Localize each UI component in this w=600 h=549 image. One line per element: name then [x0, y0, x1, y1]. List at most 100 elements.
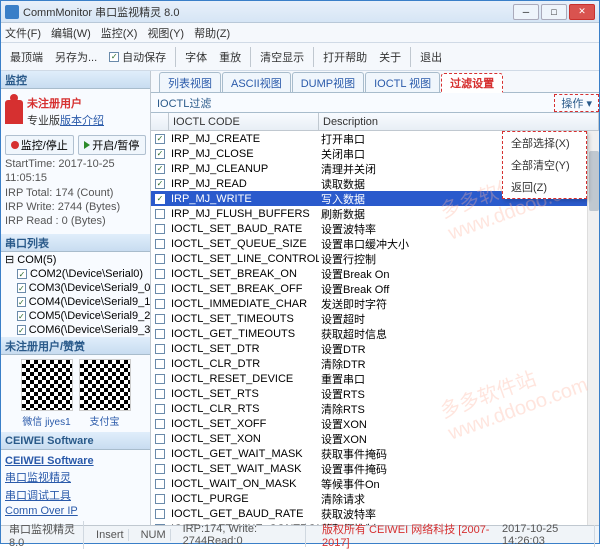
- table-row[interactable]: IOCTL_GET_BAUD_RATE获取波特率: [151, 506, 599, 521]
- com-item[interactable]: ✓COM3(\Device\Serial9_0): [5, 281, 146, 295]
- ceiwei-link[interactable]: 串口监视精灵: [5, 468, 146, 486]
- col-description[interactable]: Description: [319, 113, 599, 130]
- status-num: NUM: [137, 529, 171, 541]
- row-checkbox[interactable]: [155, 329, 165, 339]
- row-checkbox[interactable]: [155, 209, 165, 219]
- row-checkbox[interactable]: [155, 239, 165, 249]
- col-ioctl-code[interactable]: IOCTL CODE: [169, 113, 319, 130]
- row-checkbox[interactable]: [155, 284, 165, 294]
- table-row[interactable]: IOCTL_SET_BREAK_OFF设置Break Off: [151, 281, 599, 296]
- toolbar-save-button[interactable]: 另存为...: [50, 46, 102, 68]
- menu-item[interactable]: 编辑(W): [51, 25, 91, 41]
- table-row[interactable]: IOCTL_SET_BAUD_RATE设置波特率: [151, 221, 599, 236]
- row-checkbox[interactable]: [155, 224, 165, 234]
- popup-item[interactable]: 全部选择(X): [503, 132, 586, 154]
- table-row[interactable]: IOCTL_SET_XON设置XON: [151, 431, 599, 446]
- row-checkbox[interactable]: [155, 479, 165, 489]
- table-row[interactable]: IOCTL_GET_LINE_CONTROL获取行控制: [151, 521, 599, 525]
- vertical-scrollbar[interactable]: [587, 131, 599, 525]
- toolbar-font-button[interactable]: 字体: [180, 46, 212, 68]
- toolbar-pin-button[interactable]: 最顶端: [5, 46, 48, 68]
- pause-toggle-button[interactable]: 开启/暂停: [78, 135, 147, 155]
- table-row[interactable]: IOCTL_SET_QUEUE_SIZE设置串口缓冲大小: [151, 236, 599, 251]
- table-row[interactable]: IOCTL_CLR_RTS清除RTS: [151, 401, 599, 416]
- toolbar-exit-button[interactable]: 退出: [415, 46, 447, 68]
- menu-item[interactable]: 帮助(Z): [194, 25, 230, 41]
- row-checkbox[interactable]: [155, 524, 165, 526]
- toolbar-replay-button[interactable]: 重放: [214, 46, 246, 68]
- table-row[interactable]: IOCTL_IMMEDIATE_CHAR发送即时字符: [151, 296, 599, 311]
- tab-0[interactable]: 列表视图: [159, 72, 221, 92]
- popup-item[interactable]: 全部清空(Y): [503, 154, 586, 176]
- ceiwei-section-header: CEIWEI Software: [1, 432, 150, 450]
- toolbar-help-button[interactable]: 打开帮助: [318, 46, 372, 68]
- row-checkbox[interactable]: [155, 494, 165, 504]
- table-row[interactable]: IOCTL_SET_XOFF设置XON: [151, 416, 599, 431]
- row-checkbox[interactable]: [155, 464, 165, 474]
- alipay-qr: [79, 359, 131, 411]
- tab-3[interactable]: IOCTL 视图: [365, 72, 440, 92]
- com-item[interactable]: ✓COM2(\Device\Serial0): [5, 267, 146, 281]
- status-bar: 串口监视精灵8.0 Insert NUM IRP:174, Write: 274…: [1, 525, 599, 543]
- close-button[interactable]: ✕: [569, 4, 595, 20]
- table-row[interactable]: IOCTL_CLR_DTR清除DTR: [151, 356, 599, 371]
- stat-total: IRP Total: 174 (Count): [5, 186, 146, 200]
- user-status: 未注册用户: [27, 95, 104, 111]
- table-row[interactable]: IOCTL_PURGE清除请求: [151, 491, 599, 506]
- user-icon: [5, 100, 23, 124]
- row-checkbox[interactable]: ✓: [155, 149, 165, 159]
- row-checkbox[interactable]: [155, 449, 165, 459]
- ceiwei-link[interactable]: CEIWEI Software: [5, 454, 146, 468]
- table-row[interactable]: IOCTL_WAIT_ON_MASK等候事件On: [151, 476, 599, 491]
- table-row[interactable]: IOCTL_SET_LINE_CONTROL设置行控制: [151, 251, 599, 266]
- com-item[interactable]: ✓COM4(\Device\Serial9_1): [5, 295, 146, 309]
- toolbar-autosave-button[interactable]: ✓自动保存: [104, 46, 171, 68]
- tab-2[interactable]: DUMP视图: [292, 72, 364, 92]
- toolbar-about-button[interactable]: 关于: [374, 46, 406, 68]
- row-checkbox[interactable]: [155, 374, 165, 384]
- row-checkbox[interactable]: [155, 509, 165, 519]
- row-checkbox[interactable]: [155, 389, 165, 399]
- row-checkbox[interactable]: [155, 299, 165, 309]
- tab-4[interactable]: 过滤设置: [441, 73, 503, 93]
- table-row[interactable]: IOCTL_SET_RTS设置RTS: [151, 386, 599, 401]
- ioctl-grid[interactable]: ✓IRP_MJ_CREATE打开串口✓IRP_MJ_CLOSE关闭串口✓IRP_…: [151, 131, 599, 525]
- maximize-button[interactable]: □: [541, 4, 567, 20]
- table-row[interactable]: IOCTL_SET_DTR设置DTR: [151, 341, 599, 356]
- row-checkbox[interactable]: ✓: [155, 194, 165, 204]
- row-checkbox[interactable]: [155, 434, 165, 444]
- toolbar-clear-button[interactable]: 清空显示: [255, 46, 309, 68]
- table-row[interactable]: IOCTL_SET_WAIT_MASK设置事件掩码: [151, 461, 599, 476]
- row-checkbox[interactable]: [155, 404, 165, 414]
- table-row[interactable]: IOCTL_SET_TIMEOUTS设置超时: [151, 311, 599, 326]
- version-link[interactable]: 版本介绍: [60, 112, 104, 128]
- minimize-button[interactable]: ─: [513, 4, 539, 20]
- record-toggle-button[interactable]: 监控/停止: [5, 135, 74, 155]
- row-checkbox[interactable]: [155, 269, 165, 279]
- table-row[interactable]: IRP_MJ_FLUSH_BUFFERS刷新数据: [151, 206, 599, 221]
- operations-dropdown[interactable]: 操作 ▾: [554, 94, 599, 112]
- com-item[interactable]: ✓COM6(\Device\Serial9_3): [5, 323, 146, 337]
- com-root[interactable]: ⊟ COM(5): [5, 252, 146, 267]
- table-row[interactable]: IOCTL_SET_BREAK_ON设置Break On: [151, 266, 599, 281]
- popup-item[interactable]: 返回(Z): [503, 176, 586, 198]
- ceiwei-link[interactable]: Comm Over IP: [5, 504, 146, 518]
- row-checkbox[interactable]: [155, 359, 165, 369]
- row-checkbox[interactable]: [155, 419, 165, 429]
- menu-item[interactable]: 文件(F): [5, 25, 41, 41]
- scroll-thumb[interactable]: [589, 151, 599, 211]
- ceiwei-link[interactable]: 串口调试工具: [5, 486, 146, 504]
- table-row[interactable]: IOCTL_GET_TIMEOUTS获取超时信息: [151, 326, 599, 341]
- table-row[interactable]: IOCTL_RESET_DEVICE重置串口: [151, 371, 599, 386]
- row-checkbox[interactable]: ✓: [155, 134, 165, 144]
- row-checkbox[interactable]: ✓: [155, 179, 165, 189]
- menu-item[interactable]: 视图(Y): [147, 25, 184, 41]
- row-checkbox[interactable]: ✓: [155, 164, 165, 174]
- table-row[interactable]: IOCTL_GET_WAIT_MASK获取事件掩码: [151, 446, 599, 461]
- tab-1[interactable]: ASCII视图: [222, 72, 291, 92]
- row-checkbox[interactable]: [155, 314, 165, 324]
- row-checkbox[interactable]: [155, 344, 165, 354]
- row-checkbox[interactable]: [155, 254, 165, 264]
- com-item[interactable]: ✓COM5(\Device\Serial9_2): [5, 309, 146, 323]
- menu-item[interactable]: 监控(X): [101, 25, 138, 41]
